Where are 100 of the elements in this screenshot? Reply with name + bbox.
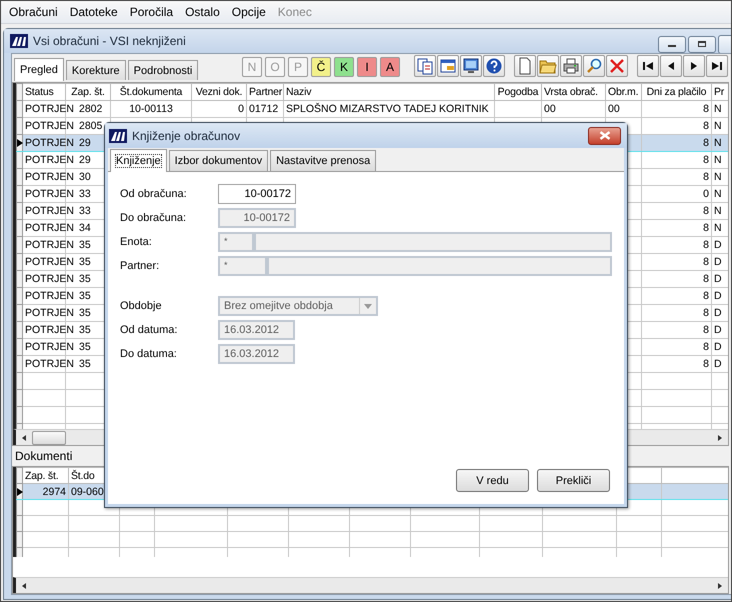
toolbar-button[interactable] bbox=[683, 55, 705, 77]
menu-item[interactable]: Ostalo bbox=[179, 5, 226, 19]
menu-item[interactable]: Opcije bbox=[226, 5, 272, 19]
table-cell: 01712 bbox=[249, 103, 278, 115]
table-cell: D bbox=[714, 273, 722, 285]
table-cell: N bbox=[714, 171, 722, 183]
table-cell: 33 bbox=[79, 188, 91, 200]
field-label: Enota: bbox=[120, 236, 153, 248]
table-cell: POTRJEN bbox=[25, 239, 74, 251]
table-cell: 35 bbox=[79, 273, 91, 285]
dialog-button[interactable]: V redu bbox=[456, 469, 529, 492]
table-cell: N bbox=[714, 120, 722, 132]
toolbar-button[interactable] bbox=[514, 55, 536, 77]
table-cell: 35 bbox=[79, 324, 91, 336]
search-icon bbox=[585, 57, 603, 75]
table-cell: 35 bbox=[79, 239, 91, 251]
close-button[interactable] bbox=[718, 34, 731, 54]
table-cell: 35 bbox=[79, 307, 91, 319]
column-header[interactable]: Dni za plačilo bbox=[642, 84, 712, 100]
table-cell: 33 bbox=[79, 205, 91, 217]
column-header[interactable]: Obr.m. bbox=[606, 84, 642, 100]
table-cell: 29 bbox=[79, 137, 91, 149]
horizontal-scrollbar[interactable] bbox=[13, 577, 728, 593]
dialog-button[interactable]: Prekliči bbox=[537, 469, 610, 492]
delete-icon bbox=[608, 57, 626, 75]
column-header[interactable]: Status bbox=[22, 84, 66, 100]
printer-icon bbox=[562, 57, 580, 75]
close-icon bbox=[598, 131, 610, 140]
toolbar-button[interactable] bbox=[483, 55, 505, 77]
toolbar-button[interactable] bbox=[706, 55, 728, 77]
restore-icon bbox=[697, 40, 707, 48]
table-cell: 00 bbox=[544, 103, 556, 115]
table-cell: D bbox=[714, 324, 722, 336]
table-cell: 8 bbox=[703, 324, 709, 336]
tab[interactable]: Knjiženje bbox=[110, 149, 167, 172]
scroll-thumb[interactable] bbox=[32, 430, 66, 444]
toolbar-button[interactable] bbox=[414, 55, 436, 77]
minimize-button[interactable] bbox=[658, 36, 686, 52]
scroll-left-icon[interactable] bbox=[20, 434, 28, 442]
table-cell: 8 bbox=[703, 307, 709, 319]
tab[interactable]: Izbor dokumentov bbox=[168, 150, 268, 171]
toolbar-button[interactable]: A bbox=[380, 57, 400, 77]
row-pointer-icon bbox=[17, 488, 23, 496]
table-cell: POTRJEN bbox=[25, 205, 74, 217]
table-cell: POTRJEN bbox=[25, 324, 74, 336]
field-label: Do obračuna: bbox=[120, 212, 188, 224]
window-icon bbox=[439, 57, 457, 75]
toolbar-button[interactable]: I bbox=[357, 57, 377, 77]
column-header[interactable]: Vezni dok. bbox=[192, 84, 246, 100]
dropdown-arrow-icon bbox=[364, 304, 372, 308]
table-cell: POTRJEN bbox=[25, 358, 74, 370]
table-cell: D bbox=[714, 256, 722, 268]
menu-item[interactable]: Poročila bbox=[124, 5, 180, 19]
toolbar-button[interactable] bbox=[437, 55, 459, 77]
scroll-right-icon[interactable] bbox=[716, 434, 724, 442]
toolbar-button[interactable] bbox=[660, 55, 682, 77]
column-header[interactable]: Vrsta obrač. bbox=[542, 84, 606, 100]
column-header[interactable]: Partner bbox=[246, 84, 284, 100]
table-cell: POTRJEN bbox=[25, 188, 74, 200]
input-field[interactable] bbox=[254, 232, 612, 252]
column-header[interactable]: Pr bbox=[712, 84, 728, 100]
column-header[interactable]: Zap. št. bbox=[66, 84, 110, 100]
column-header[interactable]: Zap. št. bbox=[22, 468, 68, 484]
scroll-right-icon[interactable] bbox=[716, 582, 724, 590]
close-button[interactable] bbox=[588, 126, 621, 144]
column-header[interactable]: Št.dokumenta bbox=[110, 84, 192, 100]
table-cell: 0 bbox=[238, 103, 244, 115]
field-label: Od obračuna: bbox=[120, 188, 188, 200]
row-pointer-icon bbox=[17, 139, 23, 147]
column-header[interactable]: Naziv bbox=[284, 84, 494, 100]
column-header[interactable]: Pogodba bbox=[494, 84, 542, 100]
logo-icon bbox=[109, 128, 127, 142]
table-cell: POTRJEN bbox=[25, 103, 74, 115]
table-cell: 00 bbox=[608, 103, 620, 115]
table-cell: N bbox=[714, 205, 722, 217]
input-field[interactable] bbox=[267, 256, 612, 276]
toolbar-button[interactable]: K bbox=[334, 57, 354, 77]
table-cell: POTRJEN bbox=[25, 290, 74, 302]
monitor-icon bbox=[462, 57, 480, 75]
tab[interactable]: Nastavitve prenosa bbox=[270, 150, 376, 171]
tab[interactable]: Podrobnosti bbox=[128, 60, 198, 80]
toolbar-button[interactable] bbox=[560, 55, 582, 77]
table-cell: 35 bbox=[79, 290, 91, 302]
table-cell: POTRJEN bbox=[25, 307, 74, 319]
menu-item[interactable]: Datoteke bbox=[64, 5, 124, 19]
table-cell: POTRJEN bbox=[25, 171, 74, 183]
documents-icon bbox=[416, 57, 434, 75]
toolbar-button[interactable]: Č bbox=[311, 57, 331, 77]
menu-item[interactable]: Obračuni bbox=[3, 5, 64, 19]
tab[interactable]: Korekture bbox=[66, 60, 126, 80]
table-cell: D bbox=[714, 341, 722, 353]
scroll-left-icon[interactable] bbox=[20, 582, 28, 590]
toolbar-button[interactable] bbox=[637, 55, 659, 77]
toolbar-button[interactable] bbox=[460, 55, 482, 77]
input-field[interactable]: 10-00172 bbox=[218, 184, 296, 204]
tab[interactable]: Pregled bbox=[14, 58, 64, 81]
table-cell: 8 bbox=[703, 358, 709, 370]
restore-button[interactable] bbox=[688, 36, 716, 52]
table-cell: 35 bbox=[79, 256, 91, 268]
table-cell: 8 bbox=[703, 137, 709, 149]
